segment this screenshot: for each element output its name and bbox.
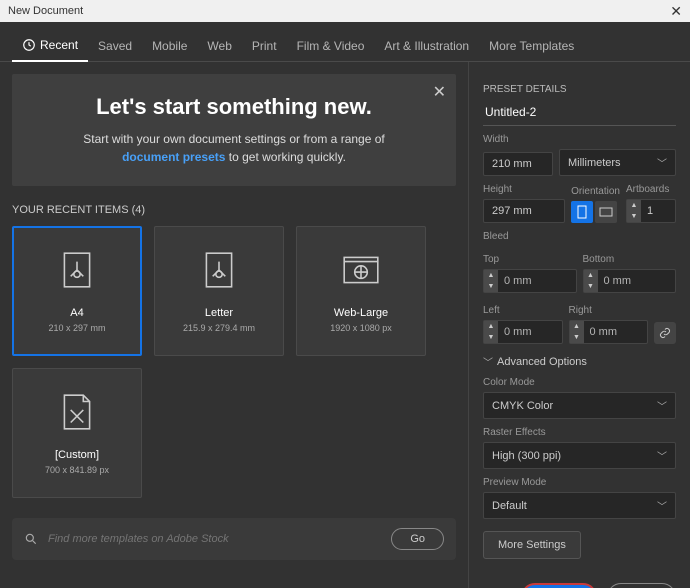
custom-icon (56, 391, 98, 433)
link-bleed-button[interactable] (654, 322, 676, 344)
color-mode-select[interactable]: CMYK Color﹀ (483, 392, 676, 419)
preset-letter[interactable]: Letter 215.9 x 279.4 mm (154, 226, 284, 356)
chevron-down-icon: ﹀ (657, 155, 667, 170)
landscape-icon (599, 207, 613, 217)
document-name-input[interactable] (483, 99, 676, 126)
bleed-bottom-input[interactable]: ▲▼0 mm (583, 269, 677, 293)
preset-details-header: PRESET DETAILS (483, 84, 676, 95)
banner-text: Start with your own document settings or… (42, 130, 426, 166)
orientation-landscape-button[interactable] (595, 201, 617, 223)
stepper-down-icon[interactable]: ▼ (627, 211, 641, 222)
height-input[interactable] (483, 199, 565, 223)
preset-a4[interactable]: A4 210 x 297 mm (12, 226, 142, 356)
banner-heading: Let's start something new. (42, 94, 426, 120)
search-bar: Go (12, 518, 456, 560)
width-label: Width (483, 134, 676, 145)
tab-recent[interactable]: Recent (12, 30, 88, 62)
stepper-up-icon[interactable]: ▲ (627, 200, 641, 211)
orientation-portrait-button[interactable] (571, 201, 593, 223)
chevron-down-icon: ﹀ (657, 448, 667, 463)
window-title: New Document (8, 5, 83, 17)
search-icon (24, 532, 38, 546)
raster-effects-select[interactable]: High (300 ppi)﹀ (483, 442, 676, 469)
chevron-down-icon: ﹀ (657, 498, 667, 513)
tab-print[interactable]: Print (242, 30, 287, 61)
document-presets-link[interactable]: document presets (122, 150, 225, 164)
window-close-icon[interactable]: ✕ (670, 3, 682, 20)
tab-art-illustration[interactable]: Art & Illustration (374, 30, 479, 61)
preset-grid: A4 210 x 297 mm Letter 215.9 x 279.4 mm … (12, 226, 456, 498)
clock-icon (22, 38, 36, 52)
preset-web-large[interactable]: Web-Large 1920 x 1080 px (296, 226, 426, 356)
web-icon (340, 249, 382, 291)
tab-film-video[interactable]: Film & Video (287, 30, 375, 61)
welcome-banner: ✕ Let's start something new. Start with … (12, 74, 456, 186)
recent-items-header: YOUR RECENT ITEMS (4) (12, 204, 456, 216)
preview-mode-select[interactable]: Default﹀ (483, 492, 676, 519)
advanced-options-toggle[interactable]: ﹀Advanced Options (483, 354, 676, 369)
banner-close-icon[interactable]: ✕ (433, 82, 446, 102)
document-icon (198, 249, 240, 291)
chevron-down-icon: ﹀ (483, 354, 493, 369)
orientation-label: Orientation (571, 186, 620, 197)
height-label: Height (483, 184, 565, 195)
tab-mobile[interactable]: Mobile (142, 30, 197, 61)
width-input[interactable] (483, 152, 553, 176)
go-button[interactable]: Go (391, 528, 444, 550)
search-input[interactable] (48, 533, 381, 545)
bleed-label: Bleed (483, 231, 676, 242)
category-tabs: Recent Saved Mobile Web Print Film & Vid… (0, 22, 690, 62)
tab-saved[interactable]: Saved (88, 30, 142, 61)
artboards-label: Artboards (626, 184, 676, 195)
bleed-right-input[interactable]: ▲▼0 mm (569, 320, 649, 344)
link-icon (659, 327, 671, 339)
bleed-left-input[interactable]: ▲▼0 mm (483, 320, 563, 344)
artboards-input[interactable]: ▲▼ 1 (626, 199, 676, 223)
tab-more-templates[interactable]: More Templates (479, 30, 584, 61)
chevron-down-icon: ﹀ (657, 398, 667, 413)
more-settings-button[interactable]: More Settings (483, 531, 581, 559)
tab-web[interactable]: Web (197, 30, 241, 61)
document-icon (56, 249, 98, 291)
window-titlebar: New Document ✕ (0, 0, 690, 22)
bleed-top-input[interactable]: ▲▼0 mm (483, 269, 577, 293)
preset-custom[interactable]: [Custom] 700 x 841.89 px (12, 368, 142, 498)
units-select[interactable]: Millimeters﹀ (559, 149, 676, 176)
portrait-icon (577, 205, 587, 219)
